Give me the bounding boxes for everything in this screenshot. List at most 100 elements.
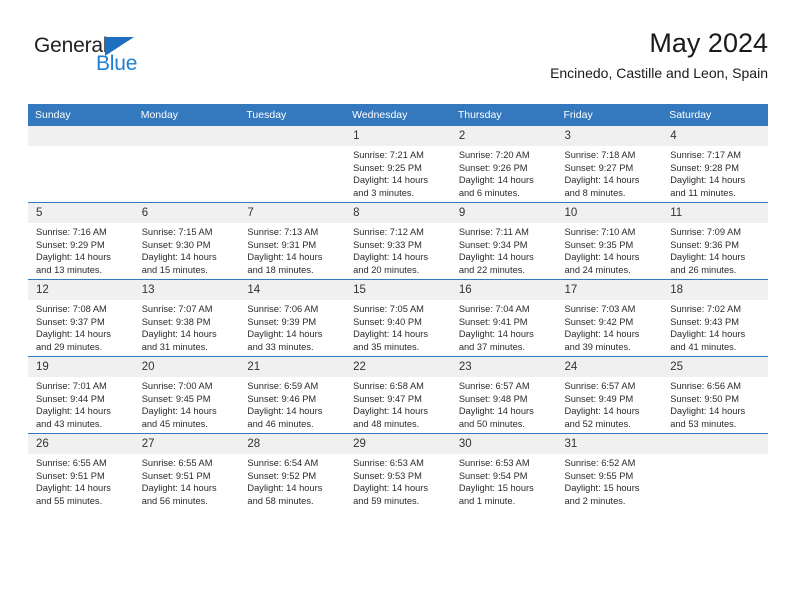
calendar-day-cell[interactable]: 8 Sunrise: 7:12 AM Sunset: 9:33 PM Daylight… [345, 202, 451, 280]
daylight-text: Daylight: 14 hours and 22 minutes. [458, 252, 534, 275]
sunset-text: Sunset: 9:28 PM [670, 162, 739, 173]
calendar-day-cell[interactable]: 31 Sunrise: 6:52 AM Sunset: 9:55 PM Dayligh… [556, 433, 663, 510]
calendar-day-cell[interactable]: 9 Sunrise: 7:11 AM Sunset: 9:34 PM Daylight… [450, 202, 557, 280]
calendar-day-cell[interactable]: 11 Sunrise: 7:09 AM Sunset: 9:36 PM Dayligh… [662, 202, 768, 280]
daylight-text: Daylight: 14 hours and 31 minutes. [141, 329, 217, 352]
calendar-day-cell[interactable]: 16 Sunrise: 7:04 AM Sunset: 9:41 PM Dayligh… [450, 279, 557, 357]
calendar-day-cell[interactable]: 2 Sunrise: 7:20 AM Sunset: 9:26 PM Daylight… [450, 126, 557, 203]
weekday-header-row: Sunday Monday Tuesday Wednesday Thursday Frid… [28, 104, 768, 126]
daylight-text: Daylight: 14 hours and 37 minutes. [458, 329, 534, 352]
sunrise-text: Sunrise: 6:53 AM [353, 458, 424, 468]
sunset-text: Sunset: 9:34 PM [458, 239, 528, 250]
daylight-text: Daylight: 14 hours and 33 minutes. [247, 329, 323, 352]
calendar-day-cell[interactable]: 14 Sunrise: 7:06 AM Sunset: 9:39 PM Dayligh… [239, 279, 346, 357]
day-details: Sunrise: 7:00 AM Sunset: 9:45 PM Daylight:… [134, 377, 240, 430]
day-number: 31 [556, 434, 663, 454]
sunset-text: Sunset: 9:55 PM [564, 470, 634, 481]
page-subtitle: Encinedo, Castille and Leon, Spain [550, 65, 768, 81]
calendar-day-cell[interactable]: 21 Sunrise: 6:59 AM Sunset: 9:46 PM Dayligh… [239, 356, 346, 434]
calendar-day-cell-empty [133, 126, 240, 203]
day-number: 9 [450, 203, 557, 223]
day-details: Sunrise: 7:10 AM Sunset: 9:35 PM Daylight:… [557, 223, 663, 276]
day-details: Sunrise: 6:52 AM Sunset: 9:55 PM Daylight:… [557, 454, 663, 507]
calendar-day-cell[interactable]: 26 Sunrise: 6:55 AM Sunset: 9:51 PM Dayligh… [28, 433, 134, 510]
sunrise-text: Sunrise: 7:09 AM [670, 227, 742, 237]
daylight-text: Daylight: 14 hours and 58 minutes. [247, 483, 323, 506]
sunrise-text: Sunrise: 7:02 AM [670, 304, 742, 314]
sunrise-text: Sunrise: 7:18 AM [564, 150, 636, 160]
sunrise-text: Sunrise: 7:17 AM [670, 150, 742, 160]
day-number: 30 [450, 434, 557, 454]
sunset-text: Sunset: 9:51 PM [141, 470, 211, 481]
weekday-header-sunday: Sunday [28, 104, 134, 126]
sunrise-text: Sunrise: 7:13 AM [247, 227, 319, 237]
sunrise-text: Sunrise: 7:08 AM [36, 304, 107, 314]
calendar-day-cell[interactable]: 24 Sunrise: 6:57 AM Sunset: 9:49 PM Dayligh… [556, 356, 663, 434]
calendar-week-row: 12 Sunrise: 7:08 AM Sunset: 9:37 PM Dayligh… [28, 279, 768, 357]
day-number: 10 [556, 203, 663, 223]
day-number: 4 [662, 126, 768, 146]
weekday-header-monday: Monday [133, 104, 240, 126]
calendar-day-cell[interactable]: 28 Sunrise: 6:54 AM Sunset: 9:52 PM Dayligh… [239, 433, 346, 510]
calendar-day-cell[interactable]: 6 Sunrise: 7:15 AM Sunset: 9:30 PM Daylight… [133, 202, 240, 280]
day-number: 16 [450, 280, 557, 300]
sunrise-text: Sunrise: 7:10 AM [564, 227, 636, 237]
page-title: May 2024 [649, 28, 768, 58]
day-number: 6 [133, 203, 240, 223]
calendar-day-cell[interactable]: 29 Sunrise: 6:53 AM Sunset: 9:53 PM Dayligh… [345, 433, 451, 510]
calendar-day-cell[interactable]: 18 Sunrise: 7:02 AM Sunset: 9:43 PM Dayligh… [662, 279, 768, 357]
daylight-text: Daylight: 15 hours and 2 minutes. [564, 483, 640, 506]
day-number: 21 [239, 357, 346, 377]
sunset-text: Sunset: 9:25 PM [353, 162, 422, 173]
calendar-day-cell[interactable]: 4 Sunrise: 7:17 AM Sunset: 9:28 PM Daylight… [662, 126, 768, 203]
calendar-day-cell[interactable]: 15 Sunrise: 7:05 AM Sunset: 9:40 PM Dayligh… [345, 279, 451, 357]
daylight-text: Daylight: 14 hours and 3 minutes. [353, 175, 429, 198]
sunrise-text: Sunrise: 7:12 AM [353, 227, 424, 237]
calendar-day-cell[interactable]: 19 Sunrise: 7:01 AM Sunset: 9:44 PM Dayligh… [28, 356, 134, 434]
calendar-week-row: 26 Sunrise: 6:55 AM Sunset: 9:51 PM Dayligh… [28, 433, 768, 510]
calendar-day-cell[interactable]: 25 Sunrise: 6:56 AM Sunset: 9:50 PM Dayligh… [662, 356, 768, 434]
day-details: Sunrise: 7:12 AM Sunset: 9:33 PM Daylight:… [345, 223, 451, 276]
sunset-text: Sunset: 9:51 PM [36, 470, 105, 481]
day-details: Sunrise: 6:54 AM Sunset: 9:52 PM Daylight:… [239, 454, 345, 507]
day-details: Sunrise: 7:05 AM Sunset: 9:40 PM Daylight:… [345, 300, 451, 353]
sunrise-text: Sunrise: 6:56 AM [670, 381, 742, 391]
calendar-day-cell[interactable]: 22 Sunrise: 6:58 AM Sunset: 9:47 PM Dayligh… [345, 356, 451, 434]
title-block: May 2024 Encinedo, Castille and Leon, Sp… [550, 26, 768, 84]
general-blue-logo[interactable]: General Blue [34, 34, 184, 82]
calendar-grid: Sunday Monday Tuesday Wednesday Thursday Frid… [28, 104, 768, 510]
daylight-text: Daylight: 14 hours and 6 minutes. [458, 175, 534, 198]
calendar-day-cell[interactable]: 12 Sunrise: 7:08 AM Sunset: 9:37 PM Dayligh… [28, 279, 134, 357]
day-number: 12 [28, 280, 134, 300]
day-details: Sunrise: 7:08 AM Sunset: 9:37 PM Daylight:… [28, 300, 134, 353]
day-details: Sunrise: 7:11 AM Sunset: 9:34 PM Daylight:… [451, 223, 557, 276]
calendar-day-cell[interactable]: 20 Sunrise: 7:00 AM Sunset: 9:45 PM Dayligh… [133, 356, 240, 434]
daylight-text: Daylight: 14 hours and 41 minutes. [670, 329, 746, 352]
daylight-text: Daylight: 14 hours and 43 minutes. [36, 406, 111, 429]
day-details: Sunrise: 7:21 AM Sunset: 9:25 PM Daylight:… [345, 146, 451, 199]
calendar-day-cell[interactable]: 3 Sunrise: 7:18 AM Sunset: 9:27 PM Daylight… [556, 126, 663, 203]
sunrise-text: Sunrise: 7:01 AM [36, 381, 107, 391]
calendar-day-cell[interactable]: 27 Sunrise: 6:55 AM Sunset: 9:51 PM Dayligh… [133, 433, 240, 510]
sunset-text: Sunset: 9:27 PM [564, 162, 634, 173]
daylight-text: Daylight: 15 hours and 1 minute. [458, 483, 534, 506]
calendar-day-cell[interactable]: 10 Sunrise: 7:10 AM Sunset: 9:35 PM Dayligh… [556, 202, 663, 280]
calendar-day-cell[interactable]: 7 Sunrise: 7:13 AM Sunset: 9:31 PM Daylight… [239, 202, 346, 280]
sunrise-text: Sunrise: 7:00 AM [141, 381, 213, 391]
calendar-day-cell[interactable]: 30 Sunrise: 6:53 AM Sunset: 9:54 PM Dayligh… [450, 433, 557, 510]
sunset-text: Sunset: 9:47 PM [353, 393, 422, 404]
day-number: 2 [450, 126, 557, 146]
sunrise-text: Sunrise: 6:53 AM [458, 458, 530, 468]
sunrise-text: Sunrise: 6:58 AM [353, 381, 424, 391]
calendar-day-cell[interactable]: 13 Sunrise: 7:07 AM Sunset: 9:38 PM Dayligh… [133, 279, 240, 357]
sunrise-text: Sunrise: 6:52 AM [564, 458, 636, 468]
calendar-day-cell[interactable]: 17 Sunrise: 7:03 AM Sunset: 9:42 PM Dayligh… [556, 279, 663, 357]
calendar-week-row: 19 Sunrise: 7:01 AM Sunset: 9:44 PM Dayligh… [28, 356, 768, 434]
daylight-text: Daylight: 14 hours and 56 minutes. [141, 483, 217, 506]
daylight-text: Daylight: 14 hours and 29 minutes. [36, 329, 111, 352]
calendar-day-cell[interactable]: 23 Sunrise: 6:57 AM Sunset: 9:48 PM Dayligh… [450, 356, 557, 434]
day-number: 28 [239, 434, 346, 454]
calendar-day-cell[interactable]: 1 Sunrise: 7:21 AM Sunset: 9:25 PM Daylight… [345, 126, 451, 203]
day-details: Sunrise: 7:15 AM Sunset: 9:30 PM Daylight:… [134, 223, 240, 276]
calendar-day-cell[interactable]: 5 Sunrise: 7:16 AM Sunset: 9:29 PM Daylight… [28, 202, 134, 280]
